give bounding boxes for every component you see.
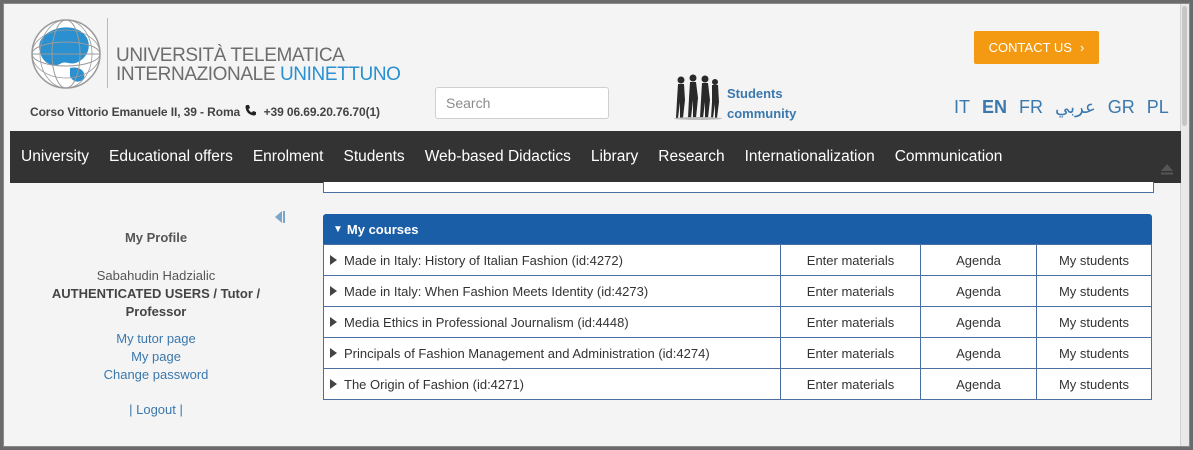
course-name[interactable]: Made in Italy: History of Italian Fashio… xyxy=(344,253,623,268)
course-name-cell[interactable]: Principals of Fashion Management and Adm… xyxy=(323,337,781,369)
address-text: Corso Vittorio Emanuele II, 39 - Roma xyxy=(30,105,241,119)
phone-icon xyxy=(245,105,257,116)
main-nav: University Educational offers Enrolment … xyxy=(10,131,1181,183)
table-row: Principals of Fashion Management and Adm… xyxy=(323,337,1152,369)
my-students-link[interactable]: My students xyxy=(1036,368,1152,400)
course-name[interactable]: Made in Italy: When Fashion Meets Identi… xyxy=(344,284,648,299)
enter-materials-link[interactable]: Enter materials xyxy=(780,306,921,338)
my-courses-title: My courses xyxy=(346,221,419,237)
community-line-1: Students xyxy=(727,86,783,101)
chevron-right-icon: › xyxy=(1079,40,1085,55)
scrollbar-thumb[interactable] xyxy=(1182,6,1187,126)
nav-item-educational-offers[interactable]: Educational offers xyxy=(99,148,243,166)
my-students-link[interactable]: My students xyxy=(1036,275,1152,307)
agenda-link[interactable]: Agenda xyxy=(920,368,1037,400)
enter-materials-link[interactable]: Enter materials xyxy=(780,244,921,276)
my-tutor-page-link[interactable]: My tutor page xyxy=(116,331,196,346)
phone-number[interactable]: +39 06.69.20.76.70(1) xyxy=(264,105,380,119)
students-community-link[interactable]: Students community xyxy=(727,84,796,124)
my-students-link[interactable]: My students xyxy=(1036,244,1152,276)
students-community-icon[interactable] xyxy=(668,72,724,120)
caret-right-icon[interactable] xyxy=(330,255,337,266)
contact-us-label: CONTACT US xyxy=(988,40,1072,55)
nav-item-enrolment[interactable]: Enrolment xyxy=(243,148,334,166)
sidebar-collapse-icon[interactable] xyxy=(272,209,286,225)
profile-sidebar: My Profile Sabahudin Hadzialic AUTHENTIC… xyxy=(24,230,288,417)
table-row: Made in Italy: When Fashion Meets Identi… xyxy=(323,275,1152,307)
my-page-link[interactable]: My page xyxy=(131,349,181,364)
community-line-2: community xyxy=(727,106,797,121)
course-name[interactable]: The Origin of Fashion (id:4271) xyxy=(344,377,524,392)
nav-item-internationalization[interactable]: Internationalization xyxy=(735,148,885,166)
profile-title: My Profile xyxy=(124,230,188,245)
agenda-link[interactable]: Agenda xyxy=(920,306,1037,338)
logo-line-2: INTERNAZIONALE UNINETTUNO xyxy=(116,64,401,85)
courses-table: Made in Italy: History of Italian Fashio… xyxy=(323,244,1152,400)
search-input[interactable] xyxy=(435,87,609,119)
logo-line-1: UNIVERSITÀ TELEMATICA xyxy=(116,45,345,66)
nav-item-web-based-didactics[interactable]: Web-based Didactics xyxy=(415,148,581,166)
lang-gr[interactable]: GR xyxy=(1108,97,1135,118)
my-courses-header[interactable]: ▼ My courses xyxy=(323,214,1152,244)
lang-ar[interactable]: عربي xyxy=(1055,97,1096,118)
agenda-link[interactable]: Agenda xyxy=(920,244,1037,276)
my-students-link[interactable]: My students xyxy=(1036,337,1152,369)
language-selector: IT EN FR عربي GR PL xyxy=(954,97,1169,118)
collapse-up-icon[interactable] xyxy=(1160,162,1174,176)
scrollbar[interactable] xyxy=(1180,4,1189,446)
agenda-link[interactable]: Agenda xyxy=(920,337,1037,369)
course-name-cell[interactable]: The Origin of Fashion (id:4271) xyxy=(323,368,781,400)
address-line: Corso Vittorio Emanuele II, 39 - Roma +3… xyxy=(30,104,380,119)
lang-fr[interactable]: FR xyxy=(1019,97,1043,118)
caret-right-icon[interactable] xyxy=(330,379,337,390)
globe-logo-icon[interactable] xyxy=(26,16,106,96)
course-name[interactable]: Principals of Fashion Management and Adm… xyxy=(344,346,710,361)
course-name[interactable]: Media Ethics in Professional Journalism … xyxy=(344,315,629,330)
course-name-cell[interactable]: Made in Italy: When Fashion Meets Identi… xyxy=(323,275,781,307)
enter-materials-link[interactable]: Enter materials xyxy=(780,275,921,307)
course-name-cell[interactable]: Made in Italy: History of Italian Fashio… xyxy=(323,244,781,276)
logo-divider xyxy=(107,18,108,88)
caret-right-icon[interactable] xyxy=(330,348,337,359)
nav-item-students[interactable]: Students xyxy=(334,148,415,166)
lang-pl[interactable]: PL xyxy=(1147,97,1169,118)
nav-item-communication[interactable]: Communication xyxy=(885,148,1013,166)
user-role: AUTHENTICATED USERS / Tutor / Professor xyxy=(51,286,261,319)
logout-link[interactable]: | Logout | xyxy=(24,402,288,417)
browser-viewport: UNIVERSITÀ TELEMATICA INTERNAZIONALE UNI… xyxy=(3,3,1190,447)
enter-materials-link[interactable]: Enter materials xyxy=(780,368,921,400)
lang-en[interactable]: EN xyxy=(982,97,1007,118)
nav-item-research[interactable]: Research xyxy=(648,148,734,166)
nav-item-library[interactable]: Library xyxy=(581,148,648,166)
profile-links: My tutor page My page Change password xyxy=(24,330,288,384)
change-password-link[interactable]: Change password xyxy=(104,367,209,382)
table-row: The Origin of Fashion (id:4271) Enter mat… xyxy=(323,368,1152,400)
nav-item-university[interactable]: University xyxy=(10,148,99,166)
caret-right-icon[interactable] xyxy=(330,286,337,297)
lang-it[interactable]: IT xyxy=(954,97,970,118)
contact-us-button[interactable]: CONTACT US › xyxy=(974,31,1099,64)
user-info: Sabahudin Hadzialic AUTHENTICATED USERS … xyxy=(24,267,288,321)
course-name-cell[interactable]: Media Ethics in Professional Journalism … xyxy=(323,306,781,338)
previous-panel-bottom xyxy=(323,182,1154,193)
logo-wordmark[interactable]: UNIVERSITÀ TELEMATICA INTERNAZIONALE UNI… xyxy=(116,46,401,84)
caret-right-icon[interactable] xyxy=(330,317,337,328)
table-row: Media Ethics in Professional Journalism … xyxy=(323,306,1152,338)
enter-materials-link[interactable]: Enter materials xyxy=(780,337,921,369)
caret-down-icon: ▼ xyxy=(333,223,343,235)
agenda-link[interactable]: Agenda xyxy=(920,275,1037,307)
user-name: Sabahudin Hadzialic xyxy=(96,268,216,283)
my-students-link[interactable]: My students xyxy=(1036,306,1152,338)
table-row: Made in Italy: History of Italian Fashio… xyxy=(323,244,1152,276)
